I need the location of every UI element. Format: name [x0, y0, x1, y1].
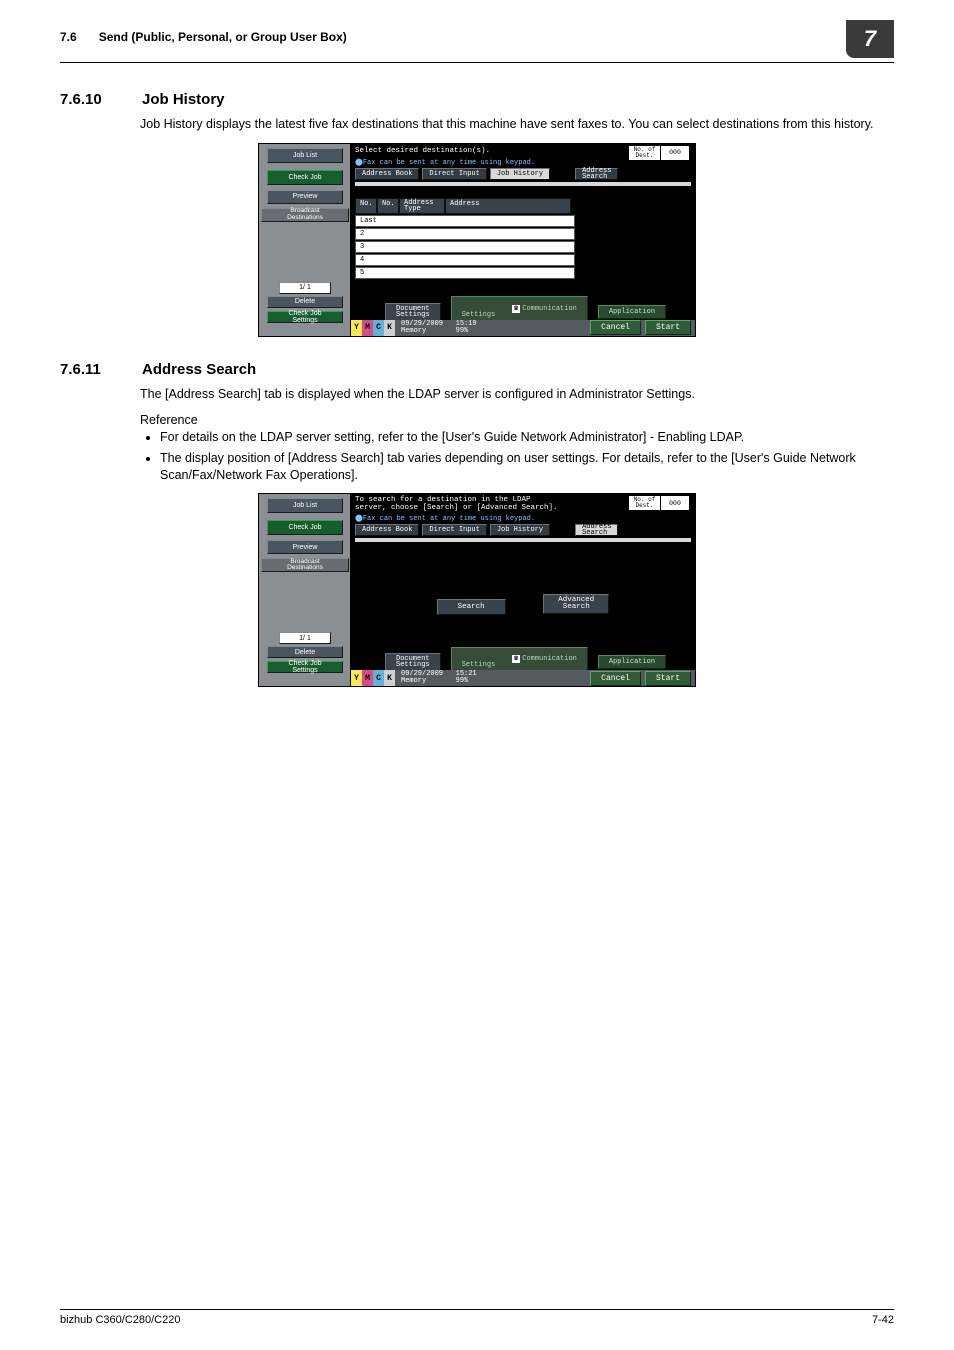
job-list-button[interactable]: Job List	[267, 148, 343, 163]
search-buttons: Search Advanced Search	[351, 594, 695, 615]
bottom-tabs: Document Settings ☎Communication Setting…	[355, 305, 666, 319]
toner-levels: Y M C K	[351, 320, 395, 336]
search-button[interactable]: Search	[437, 599, 506, 615]
table-row[interactable]: 5	[355, 267, 575, 279]
pager-display: 1/ 1	[279, 282, 331, 294]
address-search-panel: Job List Check Job Preview Broadcast Des…	[258, 493, 696, 687]
comm-icon: ☎	[512, 305, 520, 313]
section-number: 7.6.11	[60, 361, 120, 378]
running-header-title: Send (Public, Personal, or Group User Bo…	[99, 30, 347, 44]
table-row[interactable]: 4	[355, 254, 575, 266]
table-row[interactable]: Last	[355, 215, 575, 227]
preview-button[interactable]: Preview	[267, 190, 343, 204]
job-list-button[interactable]: Job List	[267, 498, 343, 513]
destination-tabs: Address Book Direct Input Job History Ad…	[355, 168, 621, 180]
tab-address-search[interactable]: Address Search	[575, 524, 618, 536]
tab-direct-input[interactable]: Direct Input	[422, 168, 486, 180]
comm-icon: ☎	[512, 655, 520, 663]
running-header-num: 7.6	[60, 30, 77, 44]
tab-job-history[interactable]: Job History	[490, 524, 550, 536]
dest-count-box: No. of Dest. 000	[629, 146, 689, 160]
panel-hint: ⬤Fax can be sent at any time using keypa…	[355, 158, 535, 167]
table-row[interactable]: 2	[355, 228, 575, 240]
panel-headline: Select desired destination(s).	[355, 147, 490, 155]
tab-address-search[interactable]: Address Search	[575, 168, 618, 180]
status-bar: Y M C K 09/29/2009 15:21 Memory 99% Canc…	[351, 670, 695, 686]
section-heading: 7.6.11 Address Search	[60, 361, 894, 378]
col-no: No.	[377, 198, 399, 215]
status-bar: Y M C K 09/29/2009 15:19 Memory 99% Canc…	[351, 320, 695, 336]
reference-label: Reference	[140, 413, 894, 427]
panel-left-column: Job List Check Job Preview Broadcast Des…	[259, 144, 351, 336]
job-history-panel: Job List Check Job Preview Broadcast Des…	[258, 143, 696, 337]
reference-list: For details on the LDAP server setting, …	[140, 429, 894, 484]
start-button[interactable]: Start	[645, 320, 691, 335]
col-no-checkbox: No.	[355, 198, 377, 215]
history-table: No. No. Address Type Address Last 2 3 4 …	[355, 198, 689, 280]
check-job-settings-button[interactable]: Check Job Settings	[267, 661, 343, 673]
col-address-type: Address Type	[399, 198, 445, 215]
col-address: Address	[445, 198, 571, 215]
cancel-button[interactable]: Cancel	[590, 671, 641, 686]
document-settings-tab[interactable]: Document Settings	[385, 653, 441, 672]
footer-right: 7-42	[872, 1314, 894, 1326]
footer-left: bizhub C360/C280/C220	[60, 1314, 180, 1326]
list-item: For details on the LDAP server setting, …	[160, 429, 894, 446]
delete-button[interactable]: Delete	[267, 296, 343, 308]
pager-display: 1/ 1	[279, 632, 331, 644]
section-heading: 7.6.10 Job History	[60, 91, 894, 108]
panel-headline: To search for a destination in the LDAP …	[355, 497, 558, 512]
status-datetime: 09/29/2009 15:21 Memory 99%	[401, 671, 477, 685]
status-datetime: 09/29/2009 15:19 Memory 99%	[401, 321, 477, 335]
section-title: Job History	[142, 91, 225, 108]
broadcast-label: Broadcast Destinations	[261, 208, 349, 222]
delete-button[interactable]: Delete	[267, 646, 343, 658]
section-paragraph: Job History displays the latest five fax…	[140, 116, 894, 133]
check-job-settings-button[interactable]: Check Job Settings	[267, 311, 343, 323]
tab-address-book[interactable]: Address Book	[355, 168, 419, 180]
tab-direct-input[interactable]: Direct Input	[422, 524, 486, 536]
panel-left-column: Job List Check Job Preview Broadcast Des…	[259, 494, 351, 686]
check-job-button[interactable]: Check Job	[267, 170, 343, 185]
check-job-button[interactable]: Check Job	[267, 520, 343, 535]
section-number: 7.6.10	[60, 91, 120, 108]
panel-hint: ⬤Fax can be sent at any time using keypa…	[355, 514, 535, 523]
tab-job-history[interactable]: Job History	[490, 168, 550, 180]
toner-levels: Y M C K	[351, 670, 395, 686]
chapter-number-box: 7	[846, 20, 894, 58]
section-paragraph: The [Address Search] tab is displayed wh…	[140, 386, 894, 403]
start-button[interactable]: Start	[645, 671, 691, 686]
running-header: 7.6 Send (Public, Personal, or Group Use…	[60, 30, 894, 63]
table-row[interactable]: 3	[355, 241, 575, 253]
tab-address-book[interactable]: Address Book	[355, 524, 419, 536]
section-title: Address Search	[142, 361, 256, 378]
list-item: The display position of [Address Search]…	[160, 450, 894, 484]
bottom-tabs: Document Settings ☎Communication Setting…	[355, 655, 666, 669]
application-tab[interactable]: Application	[598, 655, 666, 669]
application-tab[interactable]: Application	[598, 305, 666, 319]
cancel-button[interactable]: Cancel	[590, 320, 641, 335]
document-settings-tab[interactable]: Document Settings	[385, 303, 441, 322]
page-footer: bizhub C360/C280/C220 7-42	[60, 1309, 894, 1326]
preview-button[interactable]: Preview	[267, 540, 343, 554]
advanced-search-button[interactable]: Advanced Search	[543, 594, 609, 614]
destination-tabs: Address Book Direct Input Job History Ad…	[355, 524, 621, 536]
dest-count-box: No. of Dest. 000	[629, 496, 689, 510]
broadcast-label: Broadcast Destinations	[261, 558, 349, 572]
